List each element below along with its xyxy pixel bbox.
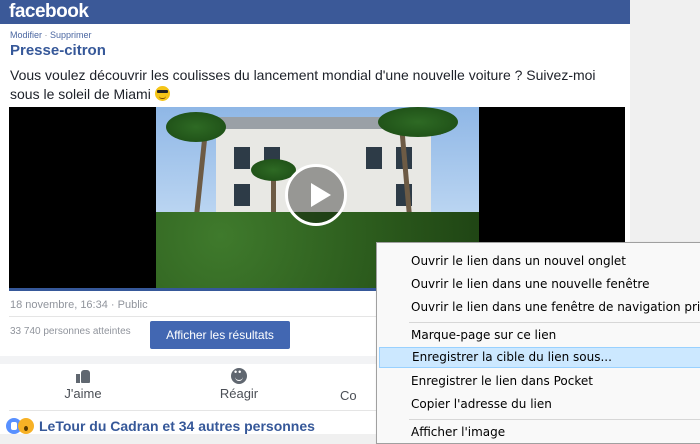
page-name-link[interactable]: Presse-citron — [10, 42, 106, 59]
reach-count: 33 740 personnes atteintes — [10, 326, 131, 337]
thumbs-up-icon — [75, 368, 91, 384]
wow-reaction-icon — [18, 418, 34, 434]
play-button-icon[interactable] — [285, 164, 347, 226]
post-text: Vous voulez découvrir les coulisses du l… — [10, 66, 620, 104]
menu-item-save-link-as[interactable]: Enregistrer la cible du lien sous... — [379, 347, 700, 368]
edit-link[interactable]: Modifier — [10, 30, 42, 40]
react-label: Réagir — [219, 386, 259, 401]
link-separator: · — [42, 30, 51, 40]
reactions-summary[interactable]: LeTour du Cadran et 34 autres personnes — [6, 418, 315, 434]
audience-label: Public — [117, 299, 148, 311]
delete-link[interactable]: Supprimer — [50, 30, 92, 40]
post-text-body: Vous voulez découvrir les coulisses du l… — [10, 67, 596, 102]
menu-item-save-to-pocket[interactable]: Enregistrer le lien dans Pocket — [379, 371, 700, 392]
facebook-logo[interactable]: facebook — [9, 1, 89, 23]
menu-item-copy-link[interactable]: Copier l'adresse du lien — [379, 394, 700, 415]
smiley-icon — [231, 367, 247, 384]
like-button[interactable]: J'aime — [38, 368, 128, 401]
menu-separator — [409, 322, 700, 323]
facebook-header-bar: facebook — [0, 0, 630, 24]
menu-item-open-new-window[interactable]: Ouvrir le lien dans une nouvelle fenêtre — [379, 274, 700, 295]
menu-separator — [409, 419, 700, 420]
menu-item-bookmark-link[interactable]: Marque-page sur ce lien — [379, 325, 700, 346]
post-meta: 18 novembre, 16:34 · Public — [10, 299, 148, 311]
comment-label: Co — [340, 388, 357, 403]
menu-item-view-image[interactable]: Afficher l'image — [379, 422, 700, 443]
context-menu: Ouvrir le lien dans un nouvel onglet Ouv… — [376, 242, 700, 444]
meta-separator: · — [107, 299, 118, 311]
comment-button[interactable]: Co — [340, 388, 380, 403]
menu-item-open-new-tab[interactable]: Ouvrir le lien dans un nouvel onglet — [379, 251, 700, 272]
show-results-button[interactable]: Afficher les résultats — [150, 321, 290, 349]
reactions-text: LeTour du Cadran et 34 autres personnes — [39, 418, 315, 434]
like-label: J'aime — [64, 386, 102, 401]
post-admin-links: Modifier · Supprimer — [10, 30, 92, 40]
react-button[interactable]: Réagir — [194, 367, 284, 401]
sunglasses-emoji-icon — [154, 86, 170, 101]
menu-item-open-private-window[interactable]: Ouvrir le lien dans une fenêtre de navig… — [379, 297, 700, 318]
post-timestamp[interactable]: 18 novembre, 16:34 — [10, 299, 108, 311]
